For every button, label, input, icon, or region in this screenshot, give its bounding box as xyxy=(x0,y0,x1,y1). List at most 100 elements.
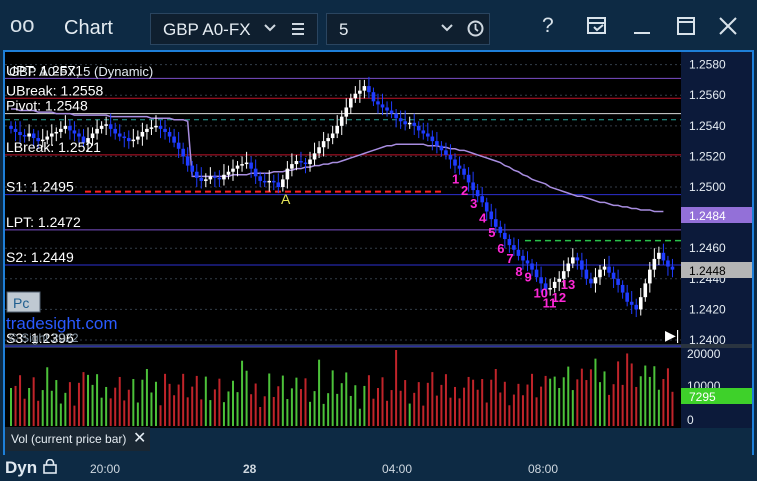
volume-bar xyxy=(109,398,112,426)
minimize-icon[interactable] xyxy=(631,15,653,37)
candle-body xyxy=(27,133,31,137)
volume-bar xyxy=(336,393,339,426)
volume-bar xyxy=(50,390,53,426)
price-tick-label: 1.2420 xyxy=(689,302,726,316)
volume-bar xyxy=(313,391,316,426)
volume-bar xyxy=(222,402,225,426)
candle-body xyxy=(317,147,321,154)
volume-bar xyxy=(626,353,629,426)
volume-bar xyxy=(322,403,325,426)
candle-body xyxy=(181,148,185,157)
price-chart[interactable]: 12345678 910111213 GBP A0-FX, 5 (Dynamic)… xyxy=(5,52,752,457)
chevron-down-icon[interactable] xyxy=(440,23,454,33)
candle-body xyxy=(480,196,484,203)
volume-panel-tab[interactable]: Vol (current price bar) ✕ xyxy=(5,427,150,451)
candle-body xyxy=(584,269,589,279)
candle-body xyxy=(344,107,349,117)
close-icon[interactable]: ✕ xyxy=(133,428,146,448)
candle-body xyxy=(498,226,503,233)
setup-count-label: 6 xyxy=(497,241,504,256)
volume-bar xyxy=(290,388,293,426)
volume-bar xyxy=(200,399,203,426)
volume-bar xyxy=(127,389,130,426)
dynamic-mode-button[interactable]: Dyn xyxy=(5,458,37,478)
candle-body xyxy=(77,133,81,137)
volume-bar xyxy=(490,379,493,426)
volume-bar xyxy=(476,389,479,426)
volume-bar xyxy=(105,386,108,426)
volume-bar xyxy=(309,401,312,426)
candle-body xyxy=(403,121,407,125)
candle-body xyxy=(18,131,22,136)
lock-icon[interactable] xyxy=(43,459,57,474)
volume-bar xyxy=(435,395,438,426)
volume-panel-title: Vol (current price bar) xyxy=(11,432,127,446)
volume-bar xyxy=(164,373,167,426)
volume-bar xyxy=(408,403,411,426)
volume-bar xyxy=(521,395,524,426)
candle-body xyxy=(49,133,54,137)
volume-bar xyxy=(431,372,434,426)
pc-badge[interactable]: Pc xyxy=(13,295,29,311)
volume-bar xyxy=(562,377,565,426)
volume-bar xyxy=(123,400,126,426)
candle-body xyxy=(321,141,326,148)
volume-bar xyxy=(544,375,547,426)
volume-bar xyxy=(467,376,470,426)
candle-body xyxy=(222,174,226,180)
setup-count-label: 2 xyxy=(461,183,468,198)
volume-bar xyxy=(472,379,475,426)
volume-bar xyxy=(318,359,321,426)
volume-bar xyxy=(132,379,135,426)
maximize-icon[interactable] xyxy=(675,15,697,37)
help-icon[interactable]: ? xyxy=(542,14,554,38)
close-icon[interactable] xyxy=(717,15,739,37)
volume-bar xyxy=(19,375,22,426)
volume-bar xyxy=(399,390,402,426)
candle-body xyxy=(507,239,512,246)
scroll-right-icon[interactable]: ▶| xyxy=(665,327,679,343)
chevron-down-icon[interactable] xyxy=(263,23,277,33)
setup-count-label: 5 xyxy=(488,225,495,240)
chart-panel[interactable]: 1 2 3 4 5 6 7 8 9 10 11 12 13 GBP A0-FX, 5 (Dynamic)… xyxy=(3,50,754,457)
time-label: 04:00 xyxy=(382,462,413,476)
symbol-selector[interactable]: GBP A0-FX xyxy=(150,13,318,45)
volume-bar xyxy=(404,380,407,426)
candle-body xyxy=(99,125,104,129)
candle-body xyxy=(145,128,149,132)
volume-bar xyxy=(630,363,633,426)
candle-body xyxy=(253,168,258,177)
candle-body xyxy=(652,258,657,270)
candle-body xyxy=(149,127,154,129)
candle-body xyxy=(117,133,122,137)
volume-bar xyxy=(386,400,389,426)
volume-bar xyxy=(263,396,266,426)
list-icon[interactable] xyxy=(291,22,305,36)
form-icon[interactable] xyxy=(586,15,608,37)
volume-bar xyxy=(77,382,80,426)
volume-bar xyxy=(91,384,94,426)
interval-value: 5 xyxy=(339,20,349,39)
volume-bar xyxy=(576,379,579,426)
level-label: UPT: 1.2571 xyxy=(6,62,83,78)
candle-body xyxy=(444,150,448,155)
volume-bar xyxy=(118,376,121,426)
price-tick-label: 1.2520 xyxy=(689,149,726,163)
volume-bar xyxy=(213,389,216,426)
interval-selector[interactable]: 5 xyxy=(326,13,490,45)
volume-bar xyxy=(531,373,534,426)
candle-body xyxy=(666,260,670,267)
level-label: LBreak: 1.2521 xyxy=(6,139,101,155)
candle-body xyxy=(235,165,240,169)
candle-body xyxy=(68,125,72,131)
candle-body xyxy=(398,118,403,122)
volume-bar xyxy=(598,382,601,426)
clock-icon[interactable] xyxy=(467,20,484,37)
volume-bar xyxy=(567,366,570,426)
volume-bar xyxy=(331,370,334,426)
volume-bar xyxy=(372,398,375,426)
candle-body xyxy=(634,304,639,310)
candle-body xyxy=(258,176,262,181)
volume-bar xyxy=(168,383,171,426)
volume-bar xyxy=(136,402,139,426)
